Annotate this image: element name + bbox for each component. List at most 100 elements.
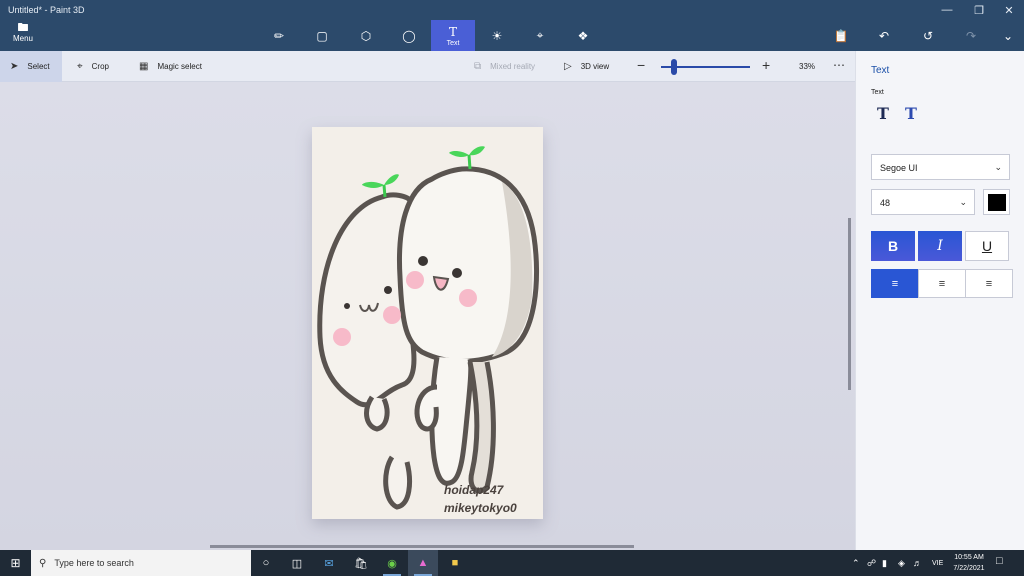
2d-shapes-tool[interactable]: ▢	[300, 20, 344, 51]
font-size-dropdown[interactable]: 48 ⌄	[871, 189, 975, 215]
browser-app[interactable]: ◉	[377, 550, 407, 576]
magic-select-icon: ▦	[139, 61, 149, 72]
effects-tool[interactable]: ☀	[475, 20, 519, 51]
3d-text-button[interactable]: T	[905, 104, 917, 123]
text-tool-label: Text	[446, 39, 460, 47]
tray-language[interactable]: VIE	[932, 550, 943, 576]
cursor-icon: ➤	[10, 61, 19, 72]
2d-text-button[interactable]: T	[877, 104, 889, 123]
stickers-icon: ◯	[402, 28, 416, 43]
cortana-icon: ○	[262, 557, 270, 569]
tray-overflow[interactable]: ⌃	[852, 550, 860, 576]
text-color-picker[interactable]	[983, 189, 1010, 215]
zoom-out-button[interactable]: −	[637, 57, 645, 73]
text-panel: Text Text T T Segoe UI ⌄ 48 ⌄ B I U ≡ ≡ …	[855, 51, 1024, 550]
folder-icon: 🖿	[17, 22, 29, 34]
crop-icon: ⌖	[77, 61, 83, 72]
brushes-tool[interactable]: ✏	[257, 20, 301, 51]
vertical-scrollbar[interactable]	[848, 218, 851, 390]
horizontal-scrollbar[interactable]	[210, 545, 634, 548]
menu-button[interactable]: 🖿 Menu	[6, 22, 40, 48]
2d-shapes-icon: ▢	[316, 28, 328, 43]
3d-view-label: 3D view	[580, 62, 610, 71]
canvas-icon: ⌖	[536, 28, 544, 42]
mail-app[interactable]: ✉	[314, 550, 344, 576]
battery-icon: ▮	[882, 557, 887, 568]
taskbar-clock[interactable]: 10:55 AM 7/22/2021	[946, 552, 992, 574]
mixed-reality-label: Mixed reality	[490, 62, 536, 71]
drawing-illustration	[317, 146, 540, 510]
chevron-down-icon: ⌄	[959, 197, 967, 207]
store-app[interactable]: 🛍	[346, 550, 376, 576]
brush-icon: ✏	[273, 28, 285, 43]
history-button[interactable]: ↺	[915, 24, 941, 48]
expand-button[interactable]: ⌄	[995, 24, 1021, 48]
tray-battery[interactable]: ▮	[882, 550, 887, 576]
volume-icon: ♬	[913, 558, 922, 568]
align-right-button[interactable]: ≡	[965, 269, 1013, 298]
paint3d-icon: ▲	[417, 557, 429, 569]
underline-button[interactable]: U	[965, 231, 1009, 261]
watermark-line-2: mikeytokyo0	[444, 501, 517, 515]
minimize-button[interactable]: —	[932, 0, 962, 20]
zoom-in-button[interactable]: +	[762, 57, 770, 73]
undo-button[interactable]: ↶	[871, 24, 897, 48]
restore-button[interactable]: ❐	[964, 0, 994, 20]
align-center-icon: ≡	[938, 277, 946, 290]
3d-view-button[interactable]: ▷ 3D view	[564, 51, 609, 82]
magic-select-button[interactable]: ▦ Magic select	[139, 51, 202, 82]
redo-button[interactable]: ↷	[958, 24, 984, 48]
bold-button[interactable]: B	[871, 231, 915, 261]
3d-library-tool[interactable]: ❖	[561, 20, 605, 51]
align-right-icon: ≡	[985, 277, 993, 290]
select-label: Select	[27, 62, 50, 71]
font-size-value: 48	[880, 198, 891, 208]
clock-date: 7/22/2021	[953, 565, 985, 572]
title-bar: Untitled* - Paint 3D — ❐ ✕ 🖿 Menu ✏ ▢ ⬡ …	[0, 0, 1024, 51]
align-center-button[interactable]: ≡	[918, 269, 966, 298]
cortana-button[interactable]: ○	[251, 550, 281, 576]
3d-shapes-tool[interactable]: ⬡	[344, 20, 388, 51]
italic-button[interactable]: I	[918, 231, 962, 261]
tray-wifi[interactable]: ◈	[898, 550, 905, 576]
tray-network[interactable]: ☍	[867, 550, 876, 576]
watermark-line-1: hoidap247	[444, 483, 504, 497]
notification-icon: □	[996, 555, 1003, 567]
canvas-tool[interactable]: ⌖	[518, 20, 562, 51]
canvas-area[interactable]: hoidap247 mikeytokyo0	[0, 82, 855, 550]
font-family-dropdown[interactable]: Segoe UI ⌄	[871, 154, 1010, 180]
select-button[interactable]: ➤ Select	[0, 51, 62, 82]
paste-icon: 📋	[833, 29, 849, 43]
notification-center-button[interactable]: □	[996, 555, 1003, 567]
search-placeholder: Type here to search	[54, 558, 134, 568]
more-options-button[interactable]: ⋯	[833, 58, 845, 72]
redo-icon: ↷	[965, 29, 977, 43]
text-tool[interactable]: T Text	[431, 20, 475, 51]
mixed-reality-button[interactable]: ⧉ Mixed reality	[474, 51, 535, 82]
window-title: Untitled* - Paint 3D	[8, 5, 85, 15]
3d-view-icon: ▷	[564, 61, 572, 72]
windows-icon: ⊞	[10, 556, 21, 570]
tray-volume[interactable]: ♬	[913, 550, 922, 576]
canvas-paper[interactable]: hoidap247 mikeytokyo0	[312, 127, 543, 519]
taskbar-search[interactable]: ⚲ Type here to search	[31, 550, 251, 576]
start-button[interactable]: ⊞	[0, 550, 31, 576]
zoom-value: 33%	[799, 62, 816, 71]
effects-icon: ☀	[491, 28, 503, 43]
close-button[interactable]: ✕	[994, 0, 1024, 20]
folder-icon: ■	[451, 557, 459, 569]
paste-button[interactable]: 📋	[828, 24, 854, 48]
task-view-button[interactable]: ◫	[282, 550, 312, 576]
stickers-tool[interactable]: ◯	[387, 20, 431, 51]
align-left-button[interactable]: ≡	[871, 269, 919, 298]
wifi-icon: ◈	[898, 557, 905, 568]
zoom-slider-thumb[interactable]	[671, 59, 678, 75]
file-explorer-app[interactable]: ■	[440, 550, 470, 576]
paint3d-app[interactable]: ▲	[408, 550, 438, 576]
chevron-up-icon: ⌃	[852, 557, 860, 568]
crop-button[interactable]: ⌖ Crop	[77, 51, 109, 82]
taskbar: ⊞ ⚲ Type here to search ○ ◫ ✉ 🛍 ◉ ▲ ■ ⌃ …	[0, 550, 1024, 576]
align-left-icon: ≡	[891, 277, 899, 290]
3d-library-icon: ❖	[577, 28, 589, 43]
crop-label: Crop	[91, 62, 109, 71]
